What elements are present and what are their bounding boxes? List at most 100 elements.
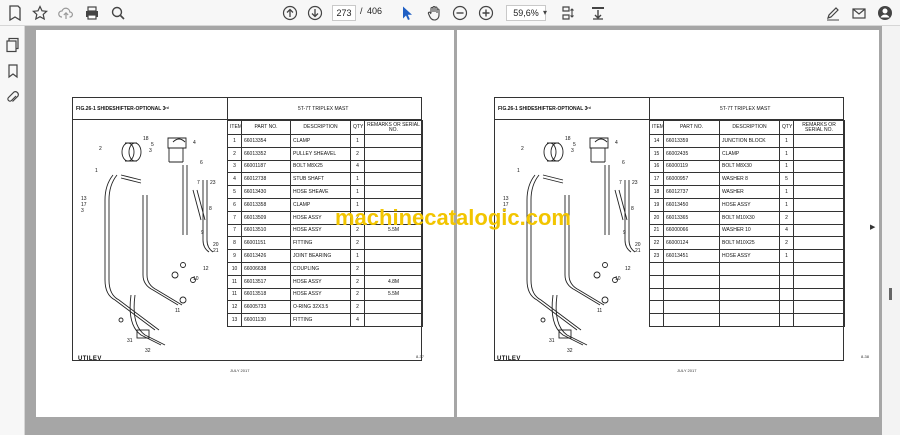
print-icon[interactable]	[83, 4, 101, 22]
description-cell: BOLT M8X30	[719, 159, 780, 174]
account-icon[interactable]	[876, 4, 894, 22]
part-no-cell: 66006638	[241, 261, 291, 276]
col-item: ITEM	[649, 120, 664, 135]
part-no-cell: 66013354	[241, 134, 291, 148]
attachment-icon[interactable]	[4, 88, 22, 106]
remarks-cell	[364, 261, 423, 276]
item-cell: 23	[649, 249, 664, 263]
item-cell: 5	[227, 185, 242, 199]
part-no-cell	[663, 300, 720, 315]
parts-diagram: 2 18 5 3 4 6 1 7 23 8 13 17 3 9 20 21 10	[503, 136, 641, 354]
description-cell: BOLT M10X25	[719, 236, 780, 251]
vertical-scrollbar[interactable]	[882, 26, 900, 435]
next-page-icon[interactable]	[306, 4, 324, 22]
part-no-cell	[663, 287, 720, 302]
description-cell: WASHER 8	[719, 172, 780, 187]
sign-pen-icon[interactable]	[824, 4, 842, 22]
table-row: 20 66013365 BOLT M10X30 2	[649, 210, 845, 225]
cloud-upload-icon[interactable]	[57, 4, 75, 22]
callout: 6	[622, 160, 625, 166]
item-cell: 7	[227, 210, 242, 225]
remarks-cell	[364, 146, 423, 161]
pages-thumbnail-icon[interactable]	[4, 36, 22, 54]
part-no-cell	[663, 261, 720, 276]
prev-page-icon[interactable]	[281, 4, 299, 22]
callout: 12	[203, 266, 209, 272]
item-cell: 20	[649, 210, 664, 225]
description-cell: WASHER 10	[719, 223, 780, 238]
callout: 4	[193, 140, 196, 146]
table-header-row: ITEM PART NO. DESCRIPTION QTY REMARKS OR…	[227, 120, 423, 135]
remarks-cell	[793, 159, 845, 174]
part-no-cell: 66013518	[241, 287, 291, 302]
table-row: 21 66000066 WASHER 10 4	[649, 223, 845, 238]
qty-cell	[779, 287, 794, 302]
qty-cell	[779, 274, 794, 289]
part-no-cell: 66013358	[241, 197, 291, 212]
item-cell: 2	[227, 146, 242, 161]
col-part-no: PART NO.	[663, 120, 720, 135]
col-description: DESCRIPTION	[290, 120, 351, 135]
item-cell: 6	[227, 197, 242, 212]
description-cell: COUPLING	[290, 261, 351, 276]
item-cell: 14	[649, 134, 664, 148]
item-cell: 3	[227, 159, 242, 174]
page-number-input[interactable]: 273	[332, 5, 356, 21]
remarks-cell	[793, 210, 845, 225]
remarks-cell	[364, 313, 423, 327]
remarks-cell	[793, 185, 845, 199]
qty-cell: 1	[779, 249, 794, 263]
table-row: 11 66013518 HOSE ASSY 2 5.5M	[227, 287, 423, 302]
qty-cell: 4	[350, 159, 365, 174]
col-description: DESCRIPTION	[719, 120, 780, 135]
mast-label: 5T-7T TRIPLEX MAST	[227, 98, 422, 120]
item-cell: 16	[649, 159, 664, 174]
description-cell: HOSE ASSY	[290, 287, 351, 302]
page-total: 406	[367, 6, 383, 16]
zoom-out-icon[interactable]	[451, 4, 469, 22]
table-row: 23 66013451 HOSE ASSY 1	[649, 249, 845, 263]
select-cursor-icon[interactable]	[398, 4, 416, 22]
table-row: 8 66001151 FITTING 2	[227, 236, 423, 251]
table-row: 11 66013517 HOSE ASSY 2 4.8M	[227, 274, 423, 289]
watermark: machinecatalogic.com	[335, 205, 571, 230]
remarks-cell	[364, 172, 423, 187]
hand-tool-icon[interactable]	[425, 4, 443, 22]
description-cell: CLAMP	[290, 134, 351, 148]
part-no-cell: 66013451	[663, 249, 720, 263]
star-icon[interactable]	[31, 4, 49, 22]
part-no-cell	[663, 274, 720, 289]
table-row: 19 66013450 HOSE ASSY 1	[649, 197, 845, 212]
item-cell	[649, 274, 664, 289]
part-no-cell: 66005733	[241, 300, 291, 315]
table-row	[649, 274, 845, 289]
table-row: 4 66012738 STUB SHAFT 1	[227, 172, 423, 187]
mail-icon[interactable]	[850, 4, 868, 22]
table-row: 16 66000119 BOLT M8X30 1	[649, 159, 845, 174]
remarks-cell	[364, 159, 423, 174]
callout: 32	[145, 348, 151, 354]
expand-right-icon[interactable]: ▶	[870, 223, 875, 231]
table-row	[649, 300, 845, 315]
description-cell: FITTING	[290, 313, 351, 327]
remarks-cell	[364, 134, 423, 148]
save-download-icon[interactable]	[589, 4, 607, 22]
scrollbar-thumb[interactable]	[889, 288, 892, 300]
page-number-label: 8-37	[416, 354, 425, 359]
bookmark-add-icon[interactable]	[6, 4, 24, 22]
zoom-level-field[interactable]: 59,6%	[506, 5, 546, 21]
chevron-down-icon[interactable]: ▾	[541, 4, 549, 22]
col-remarks: REMARKS OR SERIAL NO.	[364, 120, 423, 135]
qty-cell: 1	[779, 197, 794, 212]
qty-cell: 2	[350, 261, 365, 276]
description-cell: JUNCTION BLOCK	[719, 134, 780, 148]
part-no-cell: 66013426	[241, 249, 291, 263]
zoom-search-icon[interactable]	[109, 4, 127, 22]
zoom-in-icon[interactable]	[477, 4, 495, 22]
page-fit-icon[interactable]	[559, 4, 577, 22]
item-cell: 21	[649, 223, 664, 238]
table-row: 9 66013426 JOINT BEARING 1	[227, 249, 423, 263]
table-row: 18 66012737 WASHER 1	[649, 185, 845, 199]
bookmarks-icon[interactable]	[4, 62, 22, 80]
table-row: 2 66013352 PULLEY SHEAVEL 2	[227, 146, 423, 161]
